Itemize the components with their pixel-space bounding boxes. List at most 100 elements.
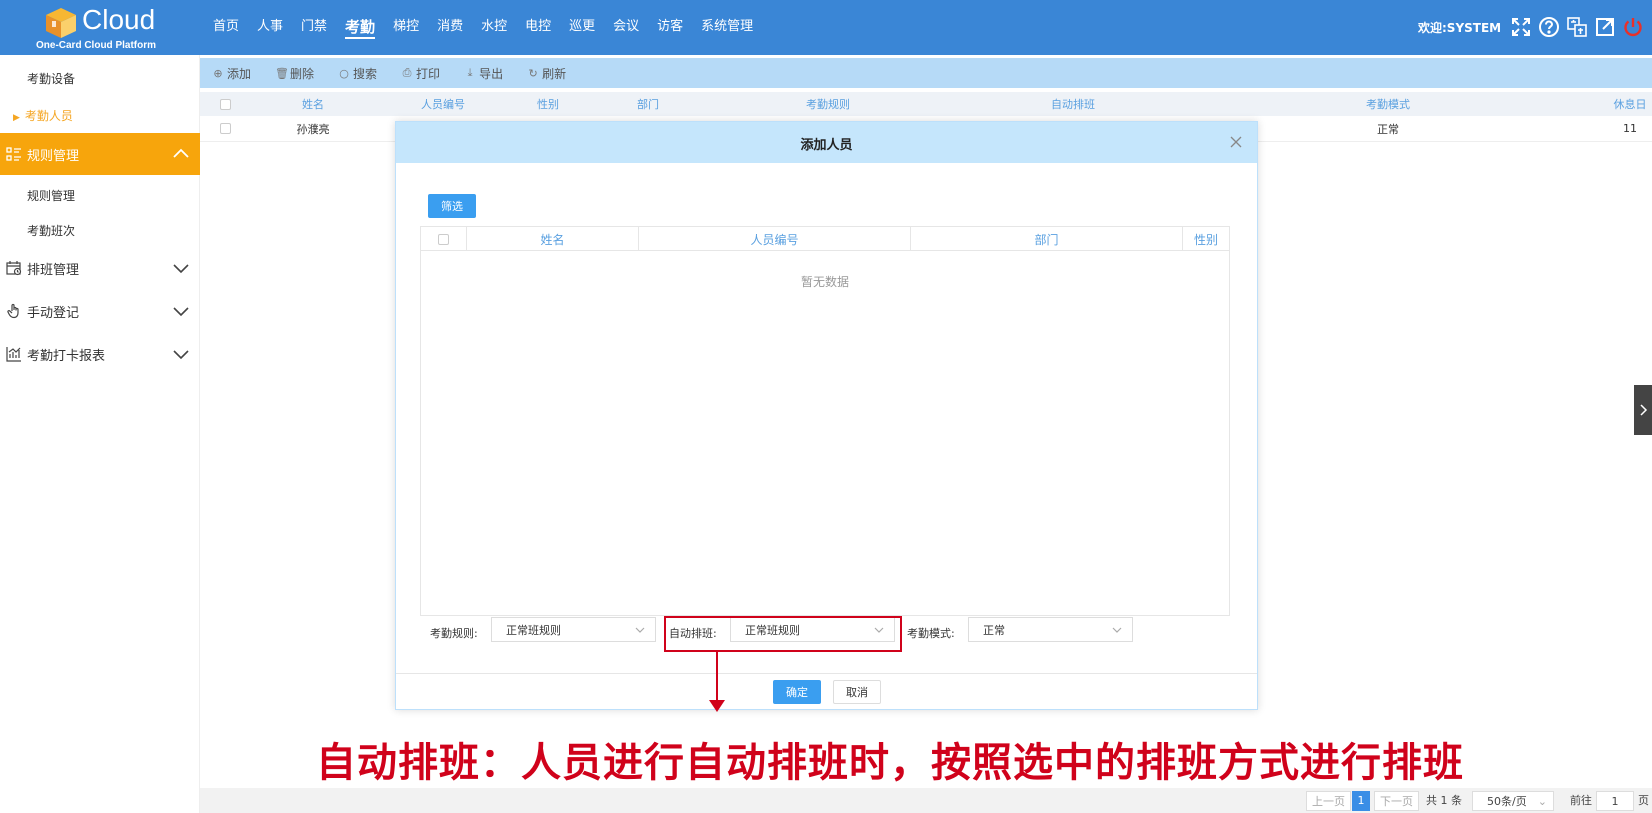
list-icon — [6, 146, 22, 162]
col-rest-day[interactable]: 休息日 — [1530, 92, 1652, 116]
rule-select[interactable]: 正常班规则 — [491, 617, 656, 642]
nav-access-control[interactable]: 门禁 — [292, 0, 336, 55]
nav-water-control[interactable]: 水控 — [472, 0, 516, 55]
add-button[interactable]: ⊕ 添加 — [212, 65, 251, 82]
page-size-select[interactable]: 50条/页 ⌄ — [1472, 791, 1554, 811]
chevron-down-icon — [173, 264, 189, 274]
candidate-table: 姓名 人员编号 部门 性别 暂无数据 — [420, 226, 1230, 616]
search-button[interactable]: ○ 搜索 — [338, 65, 377, 82]
annotation-arrow-line — [716, 652, 718, 702]
col-dept[interactable]: 部门 — [911, 227, 1183, 251]
cancel-button[interactable]: 取消 — [833, 680, 881, 704]
nav-hr[interactable]: 人事 — [248, 0, 292, 55]
search-label: 搜索 — [353, 66, 378, 81]
delete-button[interactable]: 🗑 删除 — [275, 65, 314, 82]
chevron-up-icon — [173, 148, 189, 158]
filter-button[interactable]: 筛选 — [428, 194, 476, 218]
external-link-icon[interactable] — [1594, 16, 1616, 38]
nav-meeting[interactable]: 会议 — [604, 0, 648, 55]
nav-visitor[interactable]: 访客 — [648, 0, 692, 55]
nav-elevator[interactable]: 梯控 — [384, 0, 428, 55]
main-nav: 首页 人事 门禁 考勤 梯控 消费 水控 电控 巡更 会议 访客 系统管理 — [204, 0, 762, 55]
nav-power-control[interactable]: 电控 — [516, 0, 560, 55]
col-mode[interactable]: 考勤模式 — [1308, 92, 1468, 116]
cube-logo-icon — [46, 8, 76, 38]
sidebar-group-schedule[interactable]: 排班管理 — [0, 247, 200, 289]
rule-label: 考勤规则: — [430, 627, 478, 640]
refresh-button[interactable]: ↻ 刷新 — [527, 65, 566, 82]
nav-attendance[interactable]: 考勤 — [336, 0, 384, 55]
sidebar: 考勤设备 ▶ 考勤人员 规则管理 规则管理 考勤班次 排班管理 手动登记 考勤打卡… — [0, 55, 200, 813]
sidebar-group-label: 排班管理 — [27, 262, 80, 278]
chevron-down-icon — [173, 307, 189, 317]
chevron-down-icon — [635, 627, 645, 633]
add-staff-modal: 添加人员 筛选 姓名 人员编号 部门 性别 暂无数据 考勤规则: 正常班规则 自… — [395, 121, 1258, 710]
modal-header: 添加人员 — [396, 122, 1257, 163]
delete-label: 删除 — [290, 66, 315, 81]
chart-icon — [6, 346, 22, 362]
language-icon[interactable] — [1566, 16, 1588, 38]
nav-system[interactable]: 系统管理 — [692, 0, 762, 55]
logo[interactable]: Cloud One-Card Cloud Platform — [20, 2, 180, 52]
sidebar-item-label: 考勤人员 — [24, 109, 73, 123]
col-rule[interactable]: 考勤规则 — [708, 92, 948, 116]
export-button[interactable]: ⤓ 导出 — [464, 65, 503, 82]
confirm-button[interactable]: 确定 — [773, 680, 821, 704]
cell-rest-day: 11 — [1623, 122, 1637, 135]
print-label: 打印 — [416, 66, 441, 81]
sidebar-group-label: 规则管理 — [27, 148, 80, 164]
nav-consumption[interactable]: 消费 — [428, 0, 472, 55]
table-header: 姓名 人员编号 性别 部门 考勤规则 自动排班 考勤模式 休息日 — [200, 92, 1652, 116]
nav-home[interactable]: 首页 — [204, 0, 248, 55]
sidebar-group-manual-register[interactable]: 手动登记 — [0, 290, 200, 332]
sidebar-group-label: 考勤打卡报表 — [27, 348, 106, 364]
col-name[interactable]: 姓名 — [467, 227, 639, 251]
prev-page-button[interactable]: 上一页 — [1306, 791, 1351, 811]
col-name[interactable]: 姓名 — [248, 92, 378, 116]
sidebar-group-rule-management[interactable]: 规则管理 — [0, 133, 200, 175]
print-button[interactable]: ⎙ 打印 — [401, 65, 440, 82]
side-panel-toggle[interactable] — [1634, 385, 1652, 435]
help-icon[interactable] — [1538, 16, 1560, 38]
sidebar-item-attendance-staff[interactable]: ▶ 考勤人员 — [13, 107, 73, 124]
next-page-button[interactable]: 下一页 — [1374, 791, 1419, 811]
annotation-arrow-head — [709, 700, 725, 712]
goto-input[interactable]: 1 — [1596, 791, 1634, 811]
select-all-checkbox[interactable] — [218, 92, 232, 116]
chevron-down-icon — [1112, 627, 1122, 633]
page-1-button[interactable]: 1 — [1352, 791, 1370, 811]
cell-mode: 正常 — [1377, 122, 1399, 136]
header-icons — [1510, 16, 1644, 38]
col-gender[interactable]: 性别 — [508, 92, 588, 116]
sidebar-group-attendance-report[interactable]: 考勤打卡报表 — [0, 333, 200, 375]
cell-name: 孙濮亮 — [296, 122, 330, 136]
col-gender[interactable]: 性别 — [1183, 227, 1229, 251]
annotation-caption: 自动排班：人员进行自动排班时，按照选中的排班方式进行排班 — [316, 740, 1464, 786]
close-icon[interactable] — [1228, 134, 1244, 150]
search-icon: ○ — [339, 66, 349, 80]
page-size-value: 50条/页 — [1487, 795, 1527, 808]
mode-select[interactable]: 正常 — [968, 617, 1133, 642]
logo-subtitle: One-Card Cloud Platform — [36, 40, 157, 51]
goto-label: 前往 — [1570, 794, 1592, 807]
trash-icon: 🗑 — [275, 66, 289, 80]
col-staff-no[interactable]: 人员编号 — [378, 92, 508, 116]
sidebar-item-attendance-device[interactable]: 考勤设备 — [27, 70, 75, 87]
logo-word: Cloud — [82, 4, 156, 35]
empty-state-text: 暂无数据 — [800, 275, 849, 289]
welcome-text: 欢迎:SYSTEM — [1418, 21, 1502, 35]
export-label: 导出 — [479, 66, 504, 81]
select-all-checkbox[interactable] — [421, 227, 467, 251]
annotation-highlight-box — [664, 616, 902, 652]
fullscreen-icon[interactable] — [1510, 16, 1532, 38]
sidebar-item-rule-management[interactable]: 规则管理 — [27, 187, 75, 204]
nav-patrol[interactable]: 巡更 — [560, 0, 604, 55]
col-dept[interactable]: 部门 — [588, 92, 708, 116]
sidebar-item-attendance-shift[interactable]: 考勤班次 — [27, 222, 75, 239]
row-checkbox[interactable] — [218, 116, 232, 141]
col-staff-no[interactable]: 人员编号 — [639, 227, 911, 251]
power-icon[interactable] — [1622, 16, 1644, 38]
sidebar-group-label: 手动登记 — [27, 305, 80, 321]
col-auto-schedule[interactable]: 自动排班 — [948, 92, 1198, 116]
toolbar: ⊕ 添加 🗑 删除 ○ 搜索 ⎙ 打印 ⤓ 导出 ↻ 刷新 — [200, 58, 1652, 88]
